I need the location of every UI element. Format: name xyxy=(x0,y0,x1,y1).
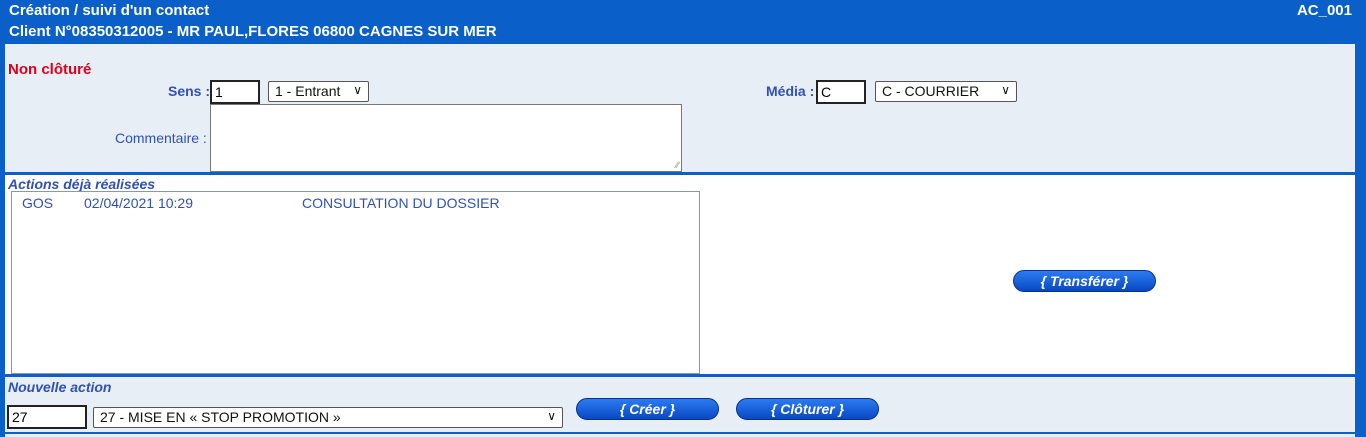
contact-panel: Non clôturé Sens : 1 - Entrant ∨ Média :… xyxy=(5,44,1355,172)
close-contact-button[interactable]: { Clôturer } xyxy=(736,398,879,420)
sens-code-input[interactable] xyxy=(210,80,260,104)
action-code-input[interactable] xyxy=(7,405,87,429)
transfer-button[interactable]: { Transférer } xyxy=(1013,270,1156,292)
screen-code: AC_001 xyxy=(1296,2,1352,19)
action-user: GOS xyxy=(22,195,54,211)
page-title: Création / suivi d'un contact xyxy=(9,2,210,19)
action-label: CONSULTATION DU DOSSIER xyxy=(302,195,500,211)
chevron-down-icon: ∨ xyxy=(353,83,362,97)
client-info: Client N°08350312005 - MR PAUL,FLORES 06… xyxy=(9,23,497,40)
sens-select-value: 1 - Entrant xyxy=(275,83,341,99)
comment-label: Commentaire : xyxy=(115,130,207,146)
sens-select[interactable]: 1 - Entrant ∨ xyxy=(268,81,369,102)
media-label: Média : xyxy=(766,83,815,99)
media-code-input[interactable] xyxy=(816,80,866,104)
action-select[interactable]: 27 - MISE EN « STOP PROMOTION » ∨ xyxy=(93,407,563,428)
sens-label: Sens : xyxy=(168,83,211,99)
actions-list[interactable]: GOS 02/04/2021 10:29 CONSULTATION DU DOS… xyxy=(11,191,700,374)
action-date: 02/04/2021 10:29 xyxy=(84,195,193,211)
actions-panel: Actions déjà réalisées GOS 02/04/2021 10… xyxy=(5,175,1355,374)
action-select-value: 27 - MISE EN « STOP PROMOTION » xyxy=(100,409,341,425)
chevron-down-icon: ∨ xyxy=(547,409,556,423)
media-select[interactable]: C - COURRIER ∨ xyxy=(875,81,1017,102)
window-header: Création / suivi d'un contact Client N°0… xyxy=(0,0,1366,44)
chevron-down-icon: ∨ xyxy=(1001,83,1010,97)
media-select-value: C - COURRIER xyxy=(882,83,980,99)
new-action-section-title: Nouvelle action xyxy=(8,379,112,395)
new-action-panel: Nouvelle action 27 - MISE EN « STOP PROM… xyxy=(5,377,1355,432)
comment-textarea[interactable]: ∕∕ xyxy=(210,104,682,172)
resize-grip-icon[interactable]: ∕∕ xyxy=(676,160,679,170)
create-button[interactable]: { Créer } xyxy=(576,398,719,420)
actions-section-title: Actions déjà réalisées xyxy=(8,176,156,192)
status-label: Non clôturé xyxy=(8,61,92,78)
